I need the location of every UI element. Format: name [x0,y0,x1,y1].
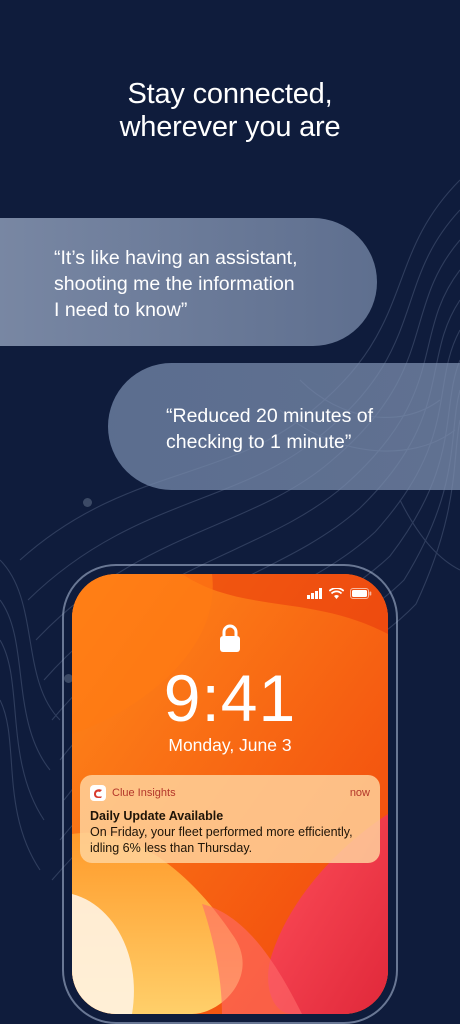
testimonial-line: checking to 1 minute” [166,431,352,453]
phone-lock-screen: 9:41 Monday, June 3 Clue Insights now Da… [72,574,388,1014]
testimonial-line: “Reduced 20 minutes of [166,405,374,427]
headline: Stay connected, wherever you are [0,78,460,144]
lock-icon [220,624,240,652]
testimonial-bubble: “Reduced 20 minutes of checking to 1 min… [108,363,460,490]
testimonial-line: I need to know” [54,299,188,321]
notification-title: Daily Update Available [90,809,224,823]
headline-line: Stay connected, [127,78,333,110]
push-notification[interactable]: Clue Insights now Daily Update Available… [80,775,380,863]
testimonial-line: shooting me the information [54,273,295,295]
notification-body-line: idling 6% less than Thursday. [90,841,253,855]
notification-app-name: Clue Insights [112,787,176,799]
status-bar [307,588,372,599]
headline-line: wherever you are [119,111,341,143]
lock-screen-time: 9:41 [163,661,297,735]
notification-body-line: On Friday, your fleet performed more eff… [90,825,353,839]
notification-header: Clue Insights now [90,784,370,802]
lock-screen-date: Monday, June 3 [168,735,292,755]
battery-icon [350,588,372,599]
testimonial-line: “It’s like having an assistant, [54,247,298,269]
signal-icon [307,588,322,599]
testimonial-bubble: “It’s like having an assistant, shooting… [0,218,377,346]
clue-app-icon [90,785,106,801]
notification-body: On Friday, your fleet performed more eff… [90,824,370,856]
notification-time: now [349,787,370,799]
decorative-dot [83,498,92,507]
wifi-icon [329,588,344,599]
